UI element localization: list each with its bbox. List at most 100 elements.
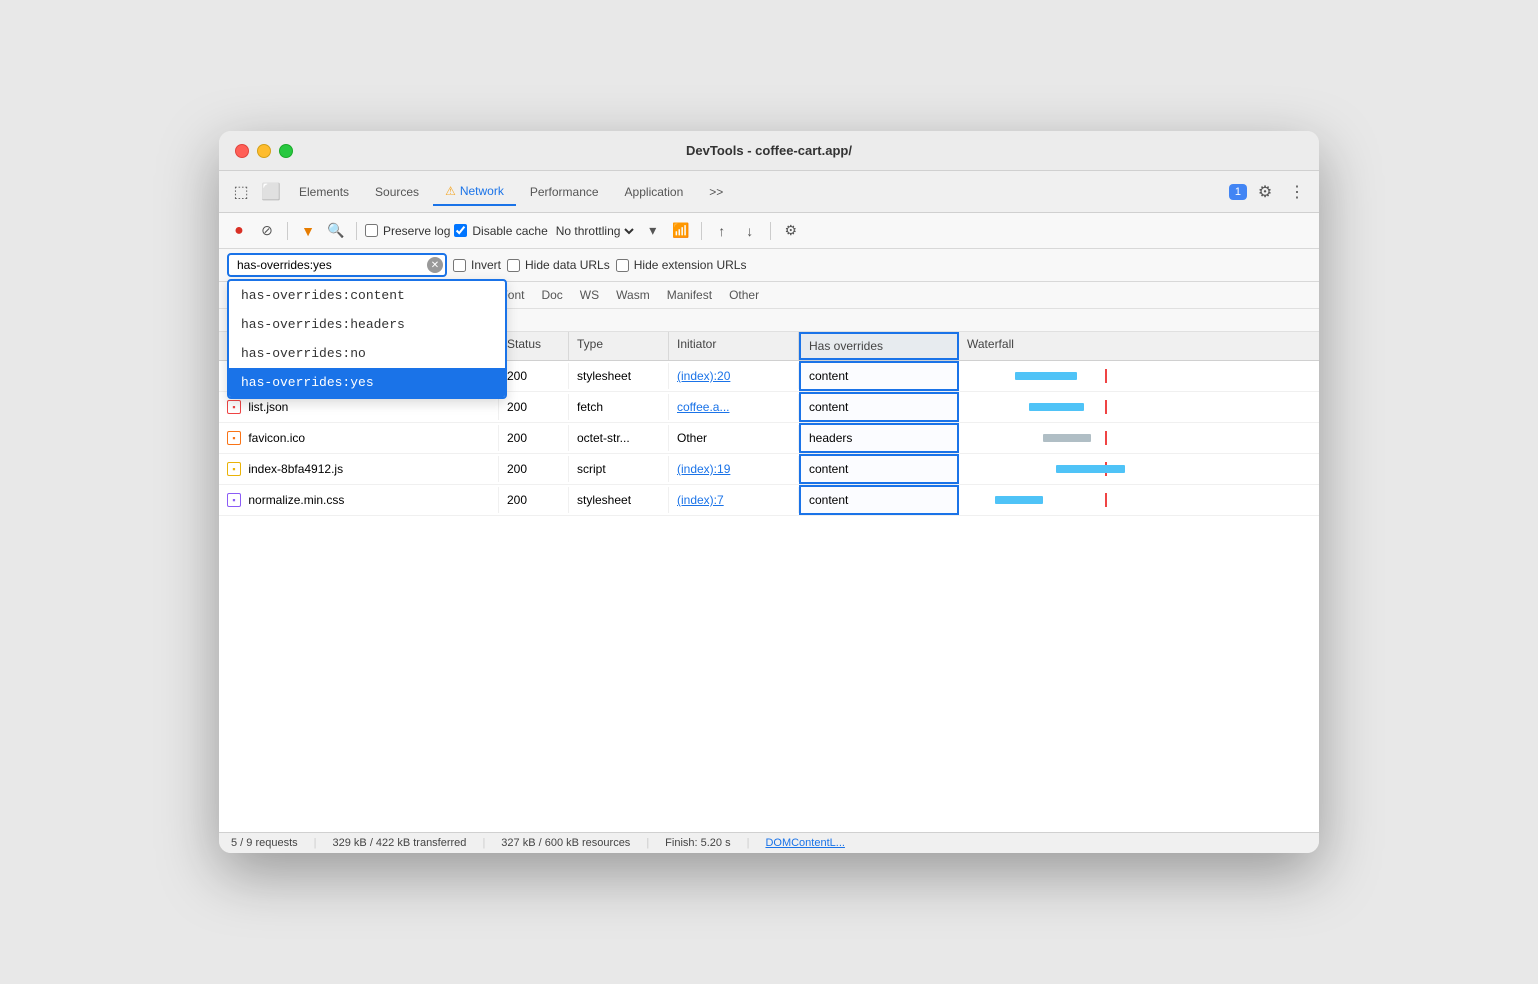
waterfall-bar-2 bbox=[1029, 403, 1084, 411]
th-initiator[interactable]: Initiator bbox=[669, 332, 799, 360]
device-icon[interactable]: ⬜ bbox=[257, 178, 285, 206]
css2-file-icon: ▪ bbox=[227, 493, 241, 507]
waterfall-bar-container-2 bbox=[967, 400, 1311, 414]
network-settings-icon[interactable]: ⚙ bbox=[779, 219, 803, 243]
td-type-5: stylesheet bbox=[569, 487, 669, 513]
tab-network[interactable]: ⚠Network bbox=[433, 178, 516, 206]
td-name-5: ▪ normalize.min.css bbox=[219, 487, 499, 514]
td-initiator-1: (index):20 bbox=[669, 363, 799, 389]
td-waterfall-2 bbox=[959, 394, 1319, 420]
filter-bar: ✕ has-overrides:content has-overrides:he… bbox=[219, 249, 1319, 282]
separator-3 bbox=[701, 222, 702, 240]
th-status[interactable]: Status bbox=[499, 332, 569, 360]
filter-option-content[interactable]: has-overrides:content bbox=[229, 281, 505, 310]
download-icon[interactable]: ↓ bbox=[738, 219, 762, 243]
waterfall-line-5 bbox=[1105, 493, 1107, 507]
disable-cache-label[interactable]: Disable cache bbox=[454, 224, 547, 238]
td-type-3: octet-str... bbox=[569, 425, 669, 451]
window-title: DevTools - coffee-cart.app/ bbox=[686, 143, 852, 158]
table-row[interactable]: ▪ index-8bfa4912.js 200 script (index):1… bbox=[219, 454, 1319, 485]
tab-more[interactable]: >> bbox=[697, 179, 735, 205]
filter-dropdown: has-overrides:content has-overrides:head… bbox=[227, 279, 507, 399]
filter-option-no[interactable]: has-overrides:no bbox=[229, 339, 505, 368]
td-type-4: script bbox=[569, 456, 669, 482]
waterfall-line bbox=[1105, 369, 1107, 383]
title-bar: DevTools - coffee-cart.app/ bbox=[219, 131, 1319, 171]
td-status-4: 200 bbox=[499, 456, 569, 482]
hide-data-urls-checkbox[interactable] bbox=[507, 259, 520, 272]
waterfall-bar-container bbox=[967, 369, 1311, 383]
requests-table: Name Status Type Initiator Has overrides… bbox=[219, 332, 1319, 832]
type-manifest[interactable]: Manifest bbox=[659, 286, 720, 304]
requests-count: 5 / 9 requests bbox=[231, 837, 298, 849]
td-type-1: stylesheet bbox=[569, 363, 669, 389]
dom-content-link[interactable]: DOMContentL... bbox=[765, 837, 844, 849]
hide-data-urls-label[interactable]: Hide data URLs bbox=[507, 258, 610, 272]
type-doc[interactable]: Doc bbox=[533, 286, 570, 304]
filter-option-yes[interactable]: has-overrides:yes bbox=[229, 368, 505, 397]
td-initiator-4: (index):19 bbox=[669, 456, 799, 482]
td-initiator-5: (index):7 bbox=[669, 487, 799, 513]
table-row[interactable]: ▪ normalize.min.css 200 stylesheet (inde… bbox=[219, 485, 1319, 516]
network-toolbar: ● ⊘ ▼ 🔍 Preserve log Disable cache No th… bbox=[219, 213, 1319, 249]
minimize-button[interactable] bbox=[257, 144, 271, 158]
record-button[interactable]: ● bbox=[227, 219, 251, 243]
td-status-5: 200 bbox=[499, 487, 569, 513]
toolbar-right: 1 ⚙ ⋮ bbox=[1229, 178, 1311, 206]
tab-performance[interactable]: Performance bbox=[518, 179, 611, 205]
type-ws[interactable]: WS bbox=[572, 286, 607, 304]
td-overrides-4: content bbox=[799, 454, 959, 484]
td-waterfall-1 bbox=[959, 363, 1319, 389]
maximize-button[interactable] bbox=[279, 144, 293, 158]
throttle-select[interactable]: No throttling bbox=[552, 223, 637, 239]
td-waterfall-3 bbox=[959, 425, 1319, 451]
hide-extension-urls-label[interactable]: Hide extension URLs bbox=[616, 258, 747, 272]
inspector-icon[interactable]: ⬚ bbox=[227, 178, 255, 206]
td-overrides-5: content bbox=[799, 485, 959, 515]
th-waterfall[interactable]: Waterfall bbox=[959, 332, 1319, 360]
separator-4 bbox=[770, 222, 771, 240]
type-wasm[interactable]: Wasm bbox=[608, 286, 658, 304]
type-other[interactable]: Other bbox=[721, 286, 767, 304]
invert-checkbox[interactable] bbox=[453, 259, 466, 272]
waterfall-line-2 bbox=[1105, 400, 1107, 414]
clear-button[interactable]: ⊘ bbox=[255, 219, 279, 243]
ico-file-icon: ▪ bbox=[227, 431, 241, 445]
filter-button[interactable]: ▼ bbox=[296, 219, 320, 243]
tab-application[interactable]: Application bbox=[613, 179, 696, 205]
table-row[interactable]: ▪ favicon.ico 200 octet-str... Other hea… bbox=[219, 423, 1319, 454]
settings-icon[interactable]: ⚙ bbox=[1251, 178, 1279, 206]
waterfall-bar-container-4 bbox=[967, 462, 1311, 476]
filter-clear-button[interactable]: ✕ bbox=[427, 257, 443, 273]
wifi-icon[interactable]: 📶 bbox=[669, 219, 693, 243]
search-button[interactable]: 🔍 bbox=[324, 219, 348, 243]
separator-1 bbox=[287, 222, 288, 240]
td-type-2: fetch bbox=[569, 394, 669, 420]
preserve-log-checkbox[interactable] bbox=[365, 224, 378, 237]
transferred-size: 329 kB / 422 kB transferred bbox=[333, 837, 467, 849]
traffic-lights bbox=[235, 144, 293, 158]
disable-cache-checkbox[interactable] bbox=[454, 224, 467, 237]
filter-input[interactable] bbox=[227, 253, 447, 277]
close-button[interactable] bbox=[235, 144, 249, 158]
preserve-log-label[interactable]: Preserve log bbox=[365, 224, 450, 238]
waterfall-bar-container-5 bbox=[967, 493, 1311, 507]
td-status-3: 200 bbox=[499, 425, 569, 451]
hide-extension-urls-checkbox[interactable] bbox=[616, 259, 629, 272]
filter-option-headers[interactable]: has-overrides:headers bbox=[229, 310, 505, 339]
invert-label[interactable]: Invert bbox=[453, 258, 501, 272]
devtools-window: DevTools - coffee-cart.app/ ⬚ ⬜ Elements… bbox=[219, 131, 1319, 853]
th-overrides[interactable]: Has overrides bbox=[799, 332, 959, 360]
th-type[interactable]: Type bbox=[569, 332, 669, 360]
td-overrides-3: headers bbox=[799, 423, 959, 453]
warning-icon: ⚠ bbox=[445, 184, 456, 198]
notification-badge: 1 bbox=[1229, 184, 1247, 200]
tab-sources[interactable]: Sources bbox=[363, 179, 431, 205]
more-options-icon[interactable]: ⋮ bbox=[1283, 178, 1311, 206]
tab-elements[interactable]: Elements bbox=[287, 179, 361, 205]
finish-time: Finish: 5.20 s bbox=[665, 837, 730, 849]
waterfall-bar-4 bbox=[1056, 465, 1125, 473]
throttle-dropdown-icon[interactable]: ▾ bbox=[641, 219, 665, 243]
upload-icon[interactable]: ↑ bbox=[710, 219, 734, 243]
td-status-2: 200 bbox=[499, 394, 569, 420]
